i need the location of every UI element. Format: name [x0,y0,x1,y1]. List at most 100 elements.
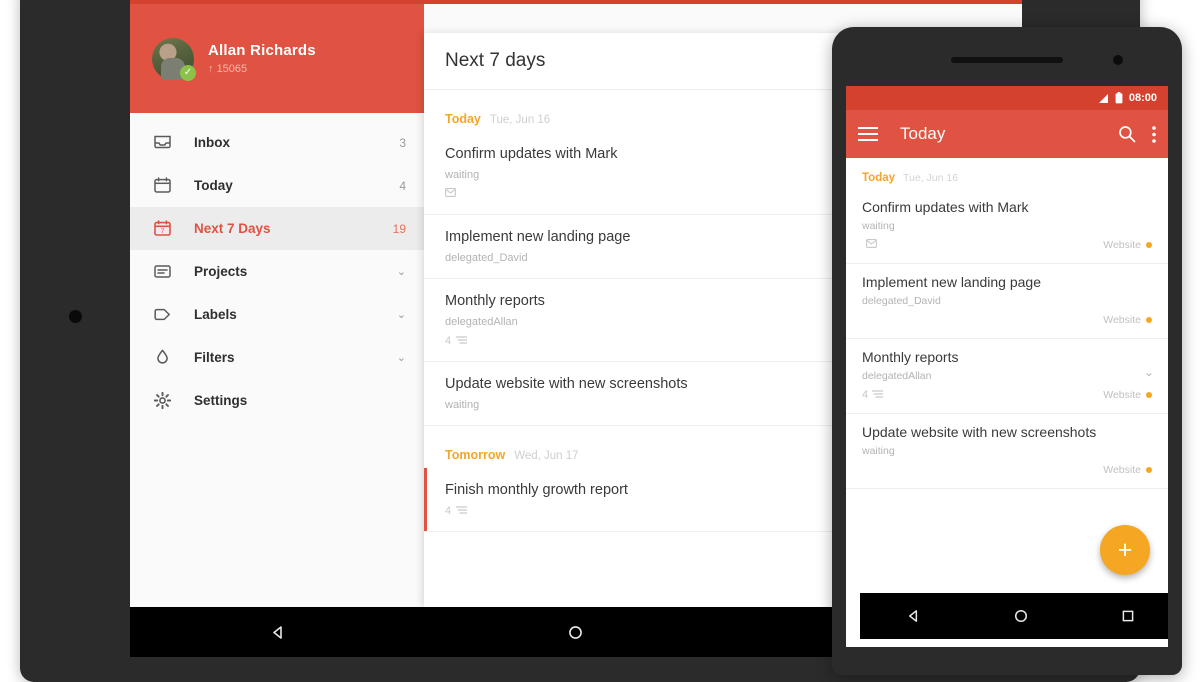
phone-date-header: Today Tue, Jun 16 [846,158,1168,189]
hamburger-menu-icon[interactable] [858,127,878,141]
task-project[interactable]: Website [1103,314,1152,326]
task-row[interactable]: Implement new landing page delegated_Davi… [846,264,1168,339]
subtask-count: 4 [862,389,869,401]
calendar-icon [152,175,173,196]
avatar[interactable]: ✓ [152,37,196,81]
task-meta: Website [862,314,1152,326]
sidebar-item-label: Settings [194,393,248,408]
search-icon[interactable] [1118,125,1136,143]
sidebar-item-label: Filters [194,350,235,365]
task-meta: Website [862,239,1152,251]
chevron-down-icon[interactable]: ⌄ [1144,365,1154,379]
signal-icon [1098,93,1108,103]
phone-device: 08:00 Today Today Tue, Jun 16 Confirm up… [832,27,1182,675]
phone-android-navbar [860,593,1168,639]
sidebar-item-label: Projects [194,264,248,279]
phone-camera-icon [1113,55,1123,65]
phone-status-bar: 08:00 [846,86,1168,110]
projects-icon [152,261,173,282]
task-row[interactable]: Confirm updates with Mark waiting Website [846,189,1168,264]
task-row[interactable]: Update website with new screenshots waiti… [846,414,1168,489]
user-karma: ↑ 15065 [208,63,316,75]
sidebar-nav-list: Inbox 3 Today 4 7 Next 7 Days 19 Projects ⌄ Label… [130,113,424,422]
svg-text:7: 7 [161,228,165,235]
home-circle-icon[interactable] [567,624,584,641]
karma-value: 15065 [216,63,248,75]
tablet-sidebar: ✓ Allan Richards ↑ 15065 Inbox 3 Today 4 7 Ne… [130,4,424,607]
task-title: Monthly reports [862,349,959,365]
task-project[interactable]: Website [1103,239,1152,251]
phone-task-items: Confirm updates with Mark waiting Website I… [846,189,1168,489]
envelope-icon [866,239,877,251]
sidebar-item-label: Inbox [194,135,230,150]
sidebar-item-projects[interactable]: Projects ⌄ [130,250,424,293]
sidebar-item-count: 4 [399,178,406,193]
task-subtitle: waiting [862,445,895,457]
task-project-label: Website [1103,239,1141,251]
subtask-icon [455,505,468,517]
sidebar-item-label: Labels [194,307,237,322]
user-profile-header[interactable]: ✓ Allan Richards ↑ 15065 [130,4,424,113]
sidebar-item-inbox[interactable]: Inbox 3 [130,121,424,164]
sidebar-item-filters[interactable]: Filters ⌄ [130,336,424,379]
priority-stripe [424,468,427,531]
task-project-label: Website [1103,314,1141,326]
task-subtitle: waiting [862,220,895,232]
phone-app-bar: Today [846,110,1168,158]
phone-page-title: Today [900,124,946,143]
calendar-week-icon: 7 [152,218,173,239]
phone-date-value: Tue, Jun 16 [903,172,959,184]
karma-arrow-icon: ↑ [208,63,214,75]
project-color-dot-icon [1146,317,1152,323]
chevron-down-icon[interactable]: ⌄ [397,308,406,321]
check-badge-icon: ✓ [180,64,196,81]
user-name: Allan Richards [208,42,316,59]
sidebar-item-label: Today [194,178,233,193]
sidebar-item-next-7-days[interactable]: 7 Next 7 Days 19 [130,207,424,250]
sidebar-item-today[interactable]: Today 4 [130,164,424,207]
sidebar-item-label: Next 7 Days [194,221,271,236]
task-subtitle: delegatedAllan [862,370,932,382]
filter-icon [152,347,173,368]
date-value: Wed, Jun 17 [514,450,579,462]
subtask-count: 4 [445,505,452,517]
task-row[interactable]: Monthly reports delegatedAllan 4 Website ⌄ [846,339,1168,414]
overflow-menu-icon[interactable] [1152,125,1156,143]
task-project-label: Website [1103,389,1141,401]
project-color-dot-icon [1146,467,1152,473]
phone-task-list: Today Tue, Jun 16 Confirm updates with M… [846,158,1168,593]
task-title: Update website with new screenshots [862,424,1097,440]
label-icon [152,304,173,325]
task-subtitle: delegated_David [862,295,941,307]
task-project[interactable]: Website [1103,464,1152,476]
tablet-camera-icon [69,310,82,323]
sidebar-item-labels[interactable]: Labels ⌄ [130,293,424,336]
inbox-icon [152,132,173,153]
date-label: Today [445,112,481,126]
task-title: Confirm updates with Mark [862,199,1029,215]
page-title: Next 7 days [445,50,546,71]
sidebar-item-count: 19 [392,221,406,236]
project-color-dot-icon [1146,242,1152,248]
chevron-down-icon[interactable]: ⌄ [397,265,406,278]
back-triangle-icon[interactable] [270,624,287,641]
sidebar-item-settings[interactable]: Settings [130,379,424,422]
subtask-icon [455,335,468,347]
gear-icon [152,390,173,411]
recents-square-icon[interactable] [1120,608,1136,624]
date-label: Tomorrow [445,448,506,462]
plus-icon: + [1117,535,1133,564]
home-circle-icon[interactable] [1013,608,1029,624]
task-project[interactable]: Website [1103,389,1152,401]
subtask-icon [871,389,884,401]
task-title: Implement new landing page [862,274,1042,290]
task-project-label: Website [1103,464,1141,476]
phone-status-time: 08:00 [1128,92,1157,104]
add-task-fab[interactable]: + [1100,525,1150,575]
chevron-down-icon[interactable]: ⌄ [397,351,406,364]
envelope-icon [445,188,456,200]
phone-screen: 08:00 Today Today Tue, Jun 16 Confirm up… [846,86,1168,647]
task-meta: 4 Website [862,389,1152,401]
back-triangle-icon[interactable] [906,608,922,624]
project-color-dot-icon [1146,392,1152,398]
